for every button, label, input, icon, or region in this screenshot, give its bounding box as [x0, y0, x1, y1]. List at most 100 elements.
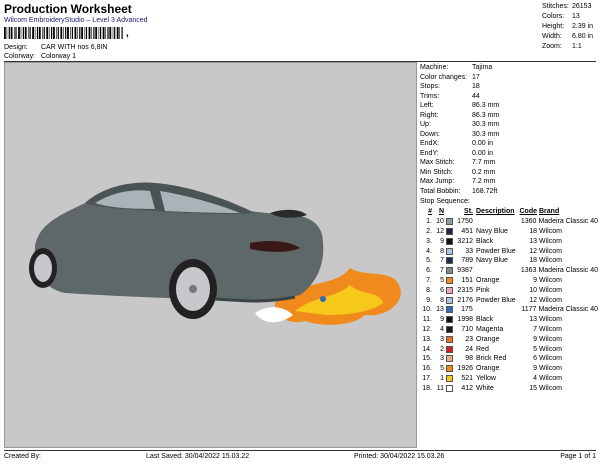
col-header-st: St. — [464, 208, 473, 216]
stop-number: 6. — [426, 267, 432, 275]
thread-code: 5 — [533, 345, 537, 353]
stitch-count: 9387 — [457, 267, 473, 275]
stop-row: 15. 3 98 Brick Red 6 Wilcom — [420, 354, 598, 364]
info-value: 17 — [472, 73, 480, 81]
color-description: Pink — [476, 286, 490, 294]
color-swatch — [444, 355, 455, 363]
stat-value: 13 — [572, 13, 580, 20]
swatch-square — [446, 276, 453, 284]
thread-brand: Wilcom — [539, 237, 562, 245]
page-title: Production Worksheet — [4, 2, 132, 16]
thread-brand: Wilcom — [539, 384, 562, 392]
swatch-square — [446, 316, 453, 324]
color-swatch — [444, 365, 455, 373]
thread-brand: Wilcom — [539, 374, 562, 382]
barcode-suffix: , — [126, 28, 129, 39]
stop-row: 11. 9 1998 Black 13 Wilcom — [420, 315, 598, 325]
swatch-square — [446, 355, 453, 363]
info-value: 44 — [472, 92, 480, 100]
stop-number: 4. — [426, 247, 432, 255]
info-key: Trims: — [420, 92, 440, 100]
swatch-square — [446, 257, 453, 265]
thread-brand: Wilcom — [539, 296, 562, 304]
color-description: Yellow — [476, 374, 496, 382]
stitch-count: 451 — [461, 227, 473, 235]
color-swatch — [444, 286, 455, 294]
stat-key: Height: — [542, 23, 565, 30]
stat-row: Zoom: 1:1 — [542, 42, 598, 52]
color-swatch — [444, 267, 455, 275]
stop-number: 3. — [426, 237, 432, 245]
thread-code: 15 — [529, 384, 537, 392]
swatch-square — [446, 247, 453, 255]
stop-number: 2. — [426, 227, 432, 235]
info-value: 86.3 mm — [472, 111, 500, 119]
needle-number: 2 — [440, 345, 444, 353]
color-swatch — [444, 247, 455, 255]
page-number: Page 1 of 1 — [560, 453, 596, 460]
info-row: Stops: 18 — [420, 82, 596, 92]
barcode — [4, 27, 123, 39]
swatch-square — [446, 345, 453, 353]
stitch-count: 151 — [461, 276, 473, 284]
swatch-square — [446, 227, 453, 235]
color-description: Navy Blue — [476, 257, 508, 265]
stitch-count: 175 — [461, 306, 473, 314]
color-swatch — [444, 325, 455, 333]
needle-number: 4 — [440, 325, 444, 333]
swatch-square — [445, 218, 453, 226]
thread-code: 9 — [533, 365, 537, 373]
info-value: 0.2 mm — [472, 168, 496, 176]
stop-row: 3. 9 3212 Black 13 Wilcom — [420, 236, 598, 246]
thread-code: 10 — [529, 286, 537, 294]
thread-brand: Wilcom — [539, 365, 562, 373]
thread-code: 6 — [533, 355, 537, 363]
needle-number: 9 — [440, 237, 444, 245]
design-label: Design: — [4, 44, 28, 51]
info-key: Max Jump: — [420, 178, 455, 185]
thread-brand: Wilcom — [539, 247, 562, 255]
info-key: Down: — [420, 130, 440, 138]
swatch-square — [446, 335, 453, 343]
stitch-count: 710 — [461, 325, 473, 333]
needle-number: 12 — [436, 227, 444, 235]
swatch-square — [446, 384, 453, 392]
color-swatch — [444, 237, 455, 245]
printed-date: Printed: 30/04/2022 15.03.26 — [354, 453, 445, 460]
stitch-count: 23 — [465, 335, 473, 343]
stop-number: 14. — [422, 345, 432, 353]
thread-brand: Wilcom — [539, 286, 562, 294]
design-stats: Stitches: 26153 Colors: 13 Height: 2.39 in … — [542, 2, 598, 52]
car-body — [29, 182, 324, 319]
machine-info: Machine: Tajima Color changes: 17 Stops: 18… — [420, 63, 596, 196]
info-value: 86.3 mm — [472, 102, 500, 109]
info-row: Down: 30.3 mm — [420, 130, 596, 140]
stitch-count: 2176 — [457, 296, 473, 304]
colorway-label: Colorway: — [4, 53, 36, 60]
info-value: 168.72ft — [472, 187, 498, 195]
software-subtitle: Wilcom EmbroideryStudio – Level 3 Advanc… — [4, 17, 148, 24]
thread-code: 12 — [529, 247, 537, 255]
info-row: EndY: 0.00 in — [420, 149, 596, 159]
thread-brand: Wilcom — [539, 316, 562, 324]
info-row: Max Stitch: 7.7 mm — [420, 158, 596, 168]
color-swatch — [444, 335, 455, 343]
info-key: EndY: — [420, 149, 439, 157]
needle-number: 1 — [440, 374, 444, 382]
thread-code: 7 — [533, 325, 537, 333]
color-swatch — [444, 296, 455, 304]
thread-code: 9 — [533, 276, 537, 284]
stat-row: Colors: 13 — [542, 12, 598, 22]
thread-brand: Wilcom — [539, 335, 562, 343]
info-key: Right: — [420, 111, 439, 119]
stop-row: 1. 10 1750 1360 Madeira Classic 40 — [420, 217, 598, 227]
stop-number: 12. — [422, 325, 432, 333]
stop-number: 8. — [426, 286, 432, 294]
color-swatch — [444, 257, 455, 265]
swatch-square — [445, 267, 453, 275]
stop-sequence-title: Stop Sequence: — [420, 198, 470, 205]
stitch-count: 24 — [465, 345, 473, 353]
stop-row: 12. 4 710 Magenta 7 Wilcom — [420, 325, 598, 335]
needle-number: 3 — [440, 355, 444, 363]
stat-key: Zoom: — [542, 43, 562, 50]
